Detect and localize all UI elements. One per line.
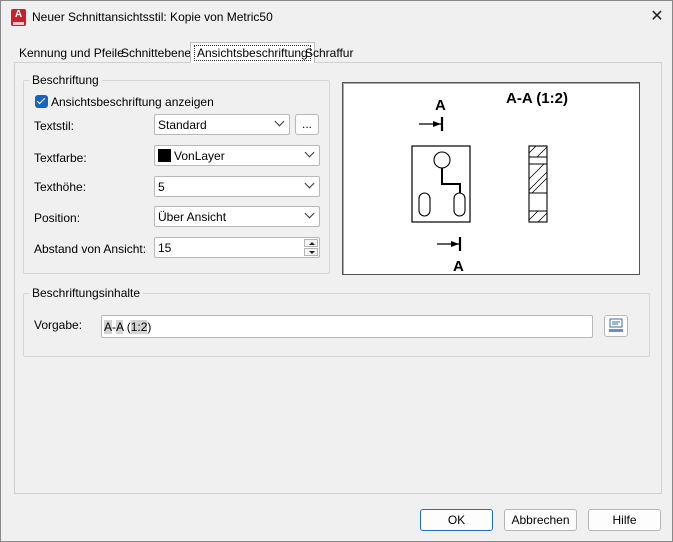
close-icon[interactable]: ✕ bbox=[644, 4, 670, 30]
help-button[interactable]: Hilfe bbox=[588, 509, 661, 531]
abstand-value: 15 bbox=[158, 241, 172, 255]
field-part: ) bbox=[147, 320, 152, 334]
inhalte-group-label: Beschriftungsinhalte bbox=[29, 286, 144, 300]
textfarbe-combo[interactable]: VonLayer bbox=[154, 145, 320, 166]
textstil-value: Standard bbox=[158, 118, 207, 132]
textfarbe-value: VonLayer bbox=[174, 149, 225, 163]
chevron-down-icon bbox=[274, 116, 285, 127]
tab-kennung-und-pfeile[interactable]: Kennung und Pfeile bbox=[19, 43, 124, 63]
tab-ansichtsbeschriftung-label: Ansichtsbeschriftung bbox=[194, 45, 311, 61]
insert-field-button[interactable] bbox=[604, 315, 628, 337]
spinner-buttons bbox=[304, 239, 318, 256]
spin-down-icon[interactable] bbox=[304, 248, 318, 256]
abstand-spinner[interactable]: 15 bbox=[154, 237, 320, 258]
textfarbe-label: Textfarbe: bbox=[34, 151, 87, 165]
preview-bottom-marker: A bbox=[453, 258, 464, 275]
field-part: ( bbox=[123, 320, 131, 334]
beschriftung-group-label: Beschriftung bbox=[29, 73, 102, 87]
chevron-down-icon bbox=[304, 208, 315, 219]
color-swatch bbox=[158, 149, 171, 162]
position-label: Position: bbox=[34, 211, 81, 225]
field-part: 1:2 bbox=[130, 320, 148, 334]
ok-button[interactable]: OK bbox=[420, 509, 493, 531]
preview-top-marker: A bbox=[435, 97, 446, 114]
chevron-down-icon bbox=[304, 147, 315, 158]
textstil-combo[interactable]: Standard bbox=[154, 114, 290, 135]
window-title: Neuer Schnittansichtsstil: Kopie von Met… bbox=[32, 10, 273, 24]
cancel-button[interactable]: Abbrechen bbox=[504, 509, 577, 531]
texthoehe-value: 5 bbox=[158, 180, 165, 194]
show-label-text: Ansichtsbeschriftung anzeigen bbox=[51, 95, 214, 109]
dialog-window: A Neuer Schnittansichtsstil: Kopie von M… bbox=[0, 0, 673, 542]
textstil-label: Textstil: bbox=[34, 119, 75, 133]
preview-title: A-A (1:2) bbox=[506, 90, 568, 107]
chevron-down-icon bbox=[304, 178, 315, 189]
title-bar: A Neuer Schnittansichtsstil: Kopie von M… bbox=[1, 1, 672, 33]
preview-pane: A-A (1:2) A A bbox=[342, 82, 640, 275]
tab-schnittebene[interactable]: Schnittebene bbox=[121, 43, 191, 63]
show-label-checkbox[interactable] bbox=[35, 95, 48, 108]
insert-field-icon bbox=[609, 318, 623, 332]
textstil-browse-button[interactable]: ... bbox=[295, 114, 319, 135]
position-value: Über Ansicht bbox=[158, 210, 227, 224]
section-preview-drawing: A-A (1:2) A A bbox=[411, 90, 568, 275]
spin-up-icon[interactable] bbox=[304, 239, 318, 247]
abstand-label: Abstand von Ansicht: bbox=[34, 242, 147, 256]
field-part: A bbox=[104, 320, 113, 334]
tab-ansichtsbeschriftung[interactable]: Ansichtsbeschriftung bbox=[190, 42, 315, 63]
texthoehe-label: Texthöhe: bbox=[34, 180, 87, 194]
autocad-logo-icon: A bbox=[11, 9, 26, 26]
vorgabe-field[interactable]: A-A (1:2) bbox=[101, 315, 593, 338]
position-combo[interactable]: Über Ansicht bbox=[154, 206, 320, 227]
vorgabe-label: Vorgabe: bbox=[34, 318, 83, 332]
tab-schraffur[interactable]: Schraffur bbox=[305, 43, 353, 63]
texthoehe-combo[interactable]: 5 bbox=[154, 176, 320, 197]
